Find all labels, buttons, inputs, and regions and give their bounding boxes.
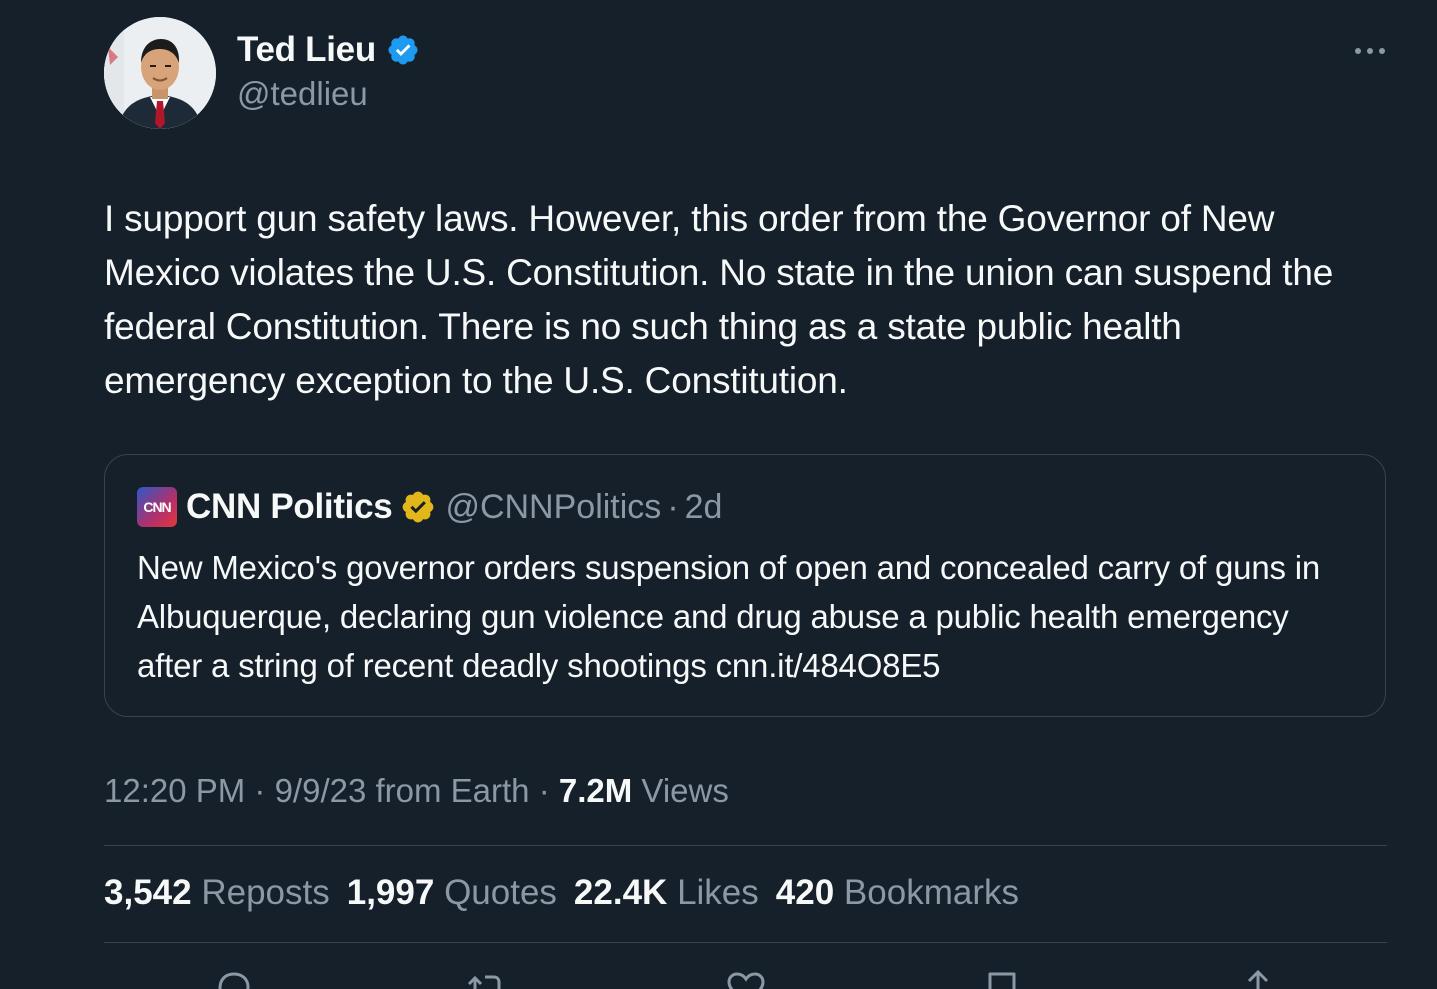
more-options-button[interactable] xyxy=(1350,36,1390,66)
quoted-separator: · xyxy=(667,487,679,526)
engagement-stats: 3,542 Reposts 1,997 Quotes 22.4K Likes 4… xyxy=(104,873,1019,913)
stat-reposts-label: Reposts xyxy=(201,873,330,912)
author-name-row[interactable]: Ted Lieu xyxy=(237,30,420,70)
stat-likes[interactable]: 22.4K Likes xyxy=(574,873,759,913)
like-button[interactable] xyxy=(724,966,768,989)
divider-bottom xyxy=(104,942,1387,943)
share-icon xyxy=(1247,969,1269,989)
stat-quotes[interactable]: 1,997 Quotes xyxy=(347,873,557,913)
stat-bookmarks-label: Bookmarks xyxy=(843,873,1019,912)
bookmark-button[interactable] xyxy=(980,966,1024,989)
share-button[interactable] xyxy=(1236,966,1280,989)
bookmark-icon xyxy=(988,972,1016,989)
reply-button[interactable] xyxy=(212,966,256,989)
tweet-meta: 12:20 PM · 9/9/23 from Earth · 7.2M View… xyxy=(104,772,729,810)
quoted-author-name[interactable]: CNN Politics xyxy=(186,487,393,527)
views-count[interactable]: 7.2M xyxy=(559,772,632,809)
stat-reposts-count: 3,542 xyxy=(104,873,192,912)
author-handle[interactable]: @tedlieu xyxy=(237,75,368,113)
divider-top xyxy=(104,845,1387,846)
quoted-tweet-text: New Mexico's governor orders suspension … xyxy=(137,549,1321,684)
quoted-author-handle[interactable]: @CNNPolitics xyxy=(445,488,661,527)
quoted-tweet-card[interactable]: CNN CNN Politics @CNNPolitics · 2d New M… xyxy=(104,454,1386,717)
author-avatar[interactable] xyxy=(104,17,216,129)
tweet-text: I support gun safety laws. However, this… xyxy=(104,198,1334,401)
verified-badge-icon[interactable] xyxy=(386,33,420,67)
more-icon xyxy=(1355,48,1385,54)
timestamp-and-source[interactable]: 12:20 PM · 9/9/23 from Earth · xyxy=(104,772,559,809)
tweet-detail-page: Ted Lieu @tedlieu I support gun safety l… xyxy=(0,0,1437,989)
stat-likes-label: Likes xyxy=(677,873,759,912)
views-label: Views xyxy=(632,772,729,809)
cnn-politics-avatar[interactable]: CNN xyxy=(137,487,177,527)
gold-verified-badge-icon[interactable] xyxy=(400,489,436,525)
stat-reposts[interactable]: 3,542 Reposts xyxy=(104,873,330,913)
stat-bookmarks-count: 420 xyxy=(775,873,835,912)
like-icon xyxy=(727,972,765,989)
action-bar xyxy=(0,966,1437,989)
cnn-logo-text: CNN xyxy=(143,499,171,515)
reply-icon xyxy=(218,972,250,989)
repost-icon xyxy=(467,975,501,989)
repost-button[interactable] xyxy=(465,966,509,989)
stat-quotes-count: 1,997 xyxy=(346,873,435,912)
stat-bookmarks[interactable]: 420 Bookmarks xyxy=(776,873,1019,913)
stat-quotes-label: Quotes xyxy=(444,873,557,912)
stat-likes-count: 22.4K xyxy=(573,873,668,912)
quoted-timestamp[interactable]: 2d xyxy=(685,488,723,527)
author-name[interactable]: Ted Lieu xyxy=(237,30,376,70)
quoted-tweet-header: CNN CNN Politics @CNNPolitics · 2d xyxy=(137,487,722,527)
